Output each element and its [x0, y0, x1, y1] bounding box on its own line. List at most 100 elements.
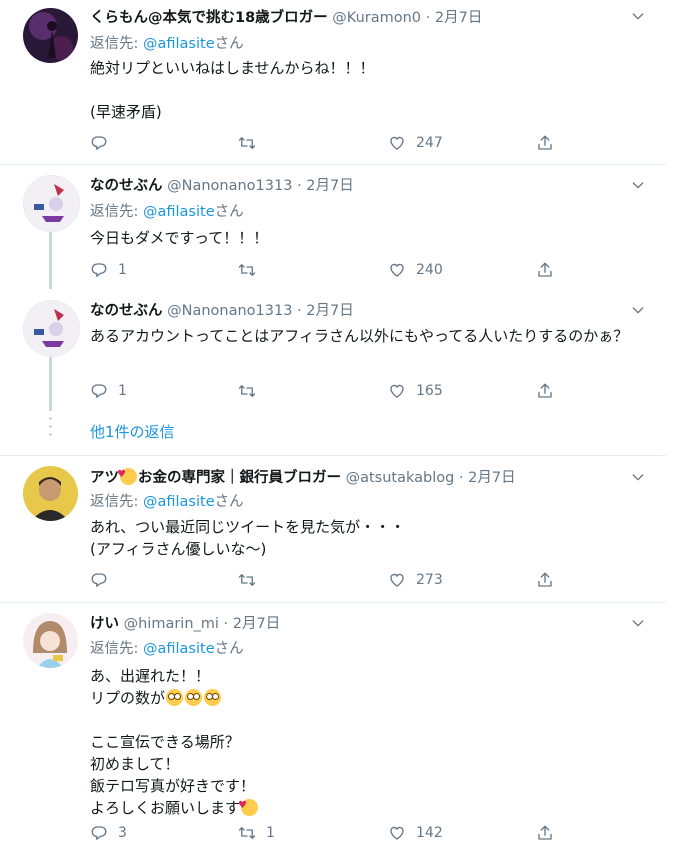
thread-line [49, 229, 52, 289]
share-button[interactable] [536, 132, 564, 154]
chevron-down-icon[interactable] [630, 177, 646, 193]
reply-button[interactable] [90, 569, 118, 591]
reply-mention[interactable]: @afilasite [143, 36, 215, 52]
reply-icon [90, 824, 108, 842]
like-button[interactable]: 142 [388, 822, 443, 844]
reply-count: 1 [118, 262, 127, 278]
tweet-text: あ、出遅れた！！ リプの数が ここ宣伝できる場所？ 初めまして！ 飯テロ写真が好… [90, 665, 650, 819]
flushed-face-emoji [204, 689, 222, 706]
tweet[interactable]: くらもん@本気で挑む18歳ブロガー @Kuramon0 · 2月7日 返信先: … [0, 0, 666, 165]
reply-mention[interactable]: @afilasite [143, 641, 215, 657]
timestamp[interactable]: 2月7日 [468, 470, 515, 486]
avatar[interactable] [23, 300, 80, 357]
like-icon [388, 824, 406, 842]
like-count: 247 [416, 135, 443, 151]
reply-mention[interactable]: @afilasite [143, 204, 215, 220]
reply-button[interactable]: 1 [90, 259, 127, 281]
chevron-down-icon[interactable] [630, 8, 646, 24]
avatar[interactable] [23, 466, 78, 521]
tweet-actions: 247 [90, 132, 560, 154]
separator: · [297, 303, 302, 319]
like-icon [388, 571, 406, 589]
reply-context: 返信先: @afilasiteさん [90, 201, 244, 223]
chevron-down-icon[interactable] [630, 615, 646, 631]
tweet-header: なのせぶん @Nanonano1313 · 2月7日 [90, 300, 354, 322]
tweet-text: あれ、つい最近同じツイートを見た気が・・・ (アフィラさん優しいな〜) [90, 518, 406, 558]
chevron-down-icon[interactable] [630, 469, 646, 485]
retweet-button[interactable] [238, 569, 266, 591]
reply-button[interactable]: 1 [90, 380, 127, 402]
user-handle[interactable]: @himarin_mi [124, 616, 219, 632]
separator: · [458, 470, 464, 486]
timestamp[interactable]: 2月7日 [435, 10, 482, 26]
retweet-button[interactable] [238, 259, 266, 281]
reply-suffix: さん [214, 36, 244, 52]
like-count: 165 [416, 383, 443, 399]
tweet[interactable]: アツ お金の専門家｜銀行員ブロガー @atsutakablog · 2月7日 返信… [0, 456, 666, 603]
like-button[interactable]: 247 [388, 132, 443, 154]
retweet-button[interactable] [238, 132, 266, 154]
avatar[interactable] [23, 613, 78, 668]
tweet-actions: 273 [90, 569, 560, 591]
display-name[interactable]: なのせぶん [90, 178, 163, 194]
share-button[interactable] [536, 822, 564, 844]
reply-context: 返信先: @afilasiteさん [90, 33, 244, 55]
timestamp[interactable]: 2月7日 [306, 178, 353, 194]
reply-button[interactable] [90, 132, 118, 154]
share-button[interactable] [536, 259, 564, 281]
tweet-header: くらもん@本気で挑む18歳ブロガー @Kuramon0 · 2月7日 [90, 7, 482, 29]
timestamp[interactable]: 2月7日 [306, 303, 353, 319]
display-name[interactable]: くらもん@本気で挑む18歳ブロガー [90, 10, 328, 26]
tweet[interactable]: けい @himarin_mi · 2月7日 返信先: @afilasiteさん … [0, 603, 666, 853]
user-handle[interactable]: @Nanonano1313 [167, 178, 292, 194]
chevron-down-icon[interactable] [630, 302, 646, 318]
thread-dots [49, 417, 52, 441]
tweet-text-segment: よろしくお願いします [90, 799, 241, 817]
thread-line [49, 357, 52, 411]
display-name[interactable]: なのせぶん [90, 303, 163, 319]
reply-button[interactable]: 3 [90, 822, 127, 844]
like-button[interactable]: 165 [388, 380, 443, 402]
user-handle[interactable]: @Kuramon0 [332, 10, 421, 26]
tweet-text-line: あ、出遅れた！！ [90, 667, 211, 685]
like-button[interactable]: 273 [388, 569, 443, 591]
tweet-text: あるアカウントってことはアフィラさん以外にもやってる人いたりするのかぁ？ [90, 327, 629, 345]
tweet-text-segment: リプの数が [90, 689, 166, 707]
reply-label: 返信先: [90, 494, 139, 510]
display-name[interactable]: けい [90, 616, 119, 632]
reply-context: 返信先: @afilasiteさん [90, 638, 244, 660]
tweet-text: 今日もダメですって！！！ [90, 229, 269, 247]
reply-mention[interactable]: @afilasite [143, 494, 215, 510]
reply-icon [90, 261, 108, 279]
share-icon [536, 824, 554, 842]
like-count: 240 [416, 262, 443, 278]
tweet-text-line: よろしくお願いします [90, 795, 650, 819]
reply-suffix: さん [214, 204, 244, 220]
user-handle[interactable]: @Nanonano1313 [167, 303, 292, 319]
like-icon [388, 261, 406, 279]
reply-context: 返信先: @afilasiteさん [90, 491, 244, 513]
tweet-actions: 1 240 [90, 259, 560, 281]
share-button[interactable] [536, 569, 564, 591]
avatar[interactable] [23, 8, 78, 63]
timestamp[interactable]: 2月7日 [233, 616, 280, 632]
tweet-header: アツ お金の専門家｜銀行員ブロガー @atsutakablog · 2月7日 [90, 464, 516, 489]
share-icon [536, 261, 554, 279]
share-button[interactable] [536, 380, 564, 402]
user-handle[interactable]: @atsutakablog [346, 470, 455, 486]
display-name-rest[interactable]: お金の専門家｜銀行員ブロガー [138, 470, 341, 486]
tweet-header: なのせぶん @Nanonano1313 · 2月7日 [90, 175, 354, 197]
reply-count: 1 [118, 383, 127, 399]
retweet-button[interactable]: 1 [238, 822, 275, 844]
tweet-header: けい @himarin_mi · 2月7日 [90, 613, 280, 635]
tweet-thread: なのせぶん @Nanonano1313 · 2月7日 返信先: @afilasi… [0, 165, 666, 456]
tweet-text: 絶対リプといいねはしませんからね！！！ (早速矛盾) [90, 59, 375, 121]
like-icon [388, 134, 406, 152]
show-more-replies-link[interactable]: 他1件の返信 [90, 421, 175, 443]
tweet-text-block: ここ宣伝できる場所？ 初めまして！ 飯テロ写真が好きです！ [90, 733, 256, 795]
avatar[interactable] [23, 175, 80, 232]
retweet-button[interactable] [238, 380, 266, 402]
retweet-icon [238, 824, 256, 842]
display-name[interactable]: アツ [90, 470, 119, 486]
like-button[interactable]: 240 [388, 259, 443, 281]
